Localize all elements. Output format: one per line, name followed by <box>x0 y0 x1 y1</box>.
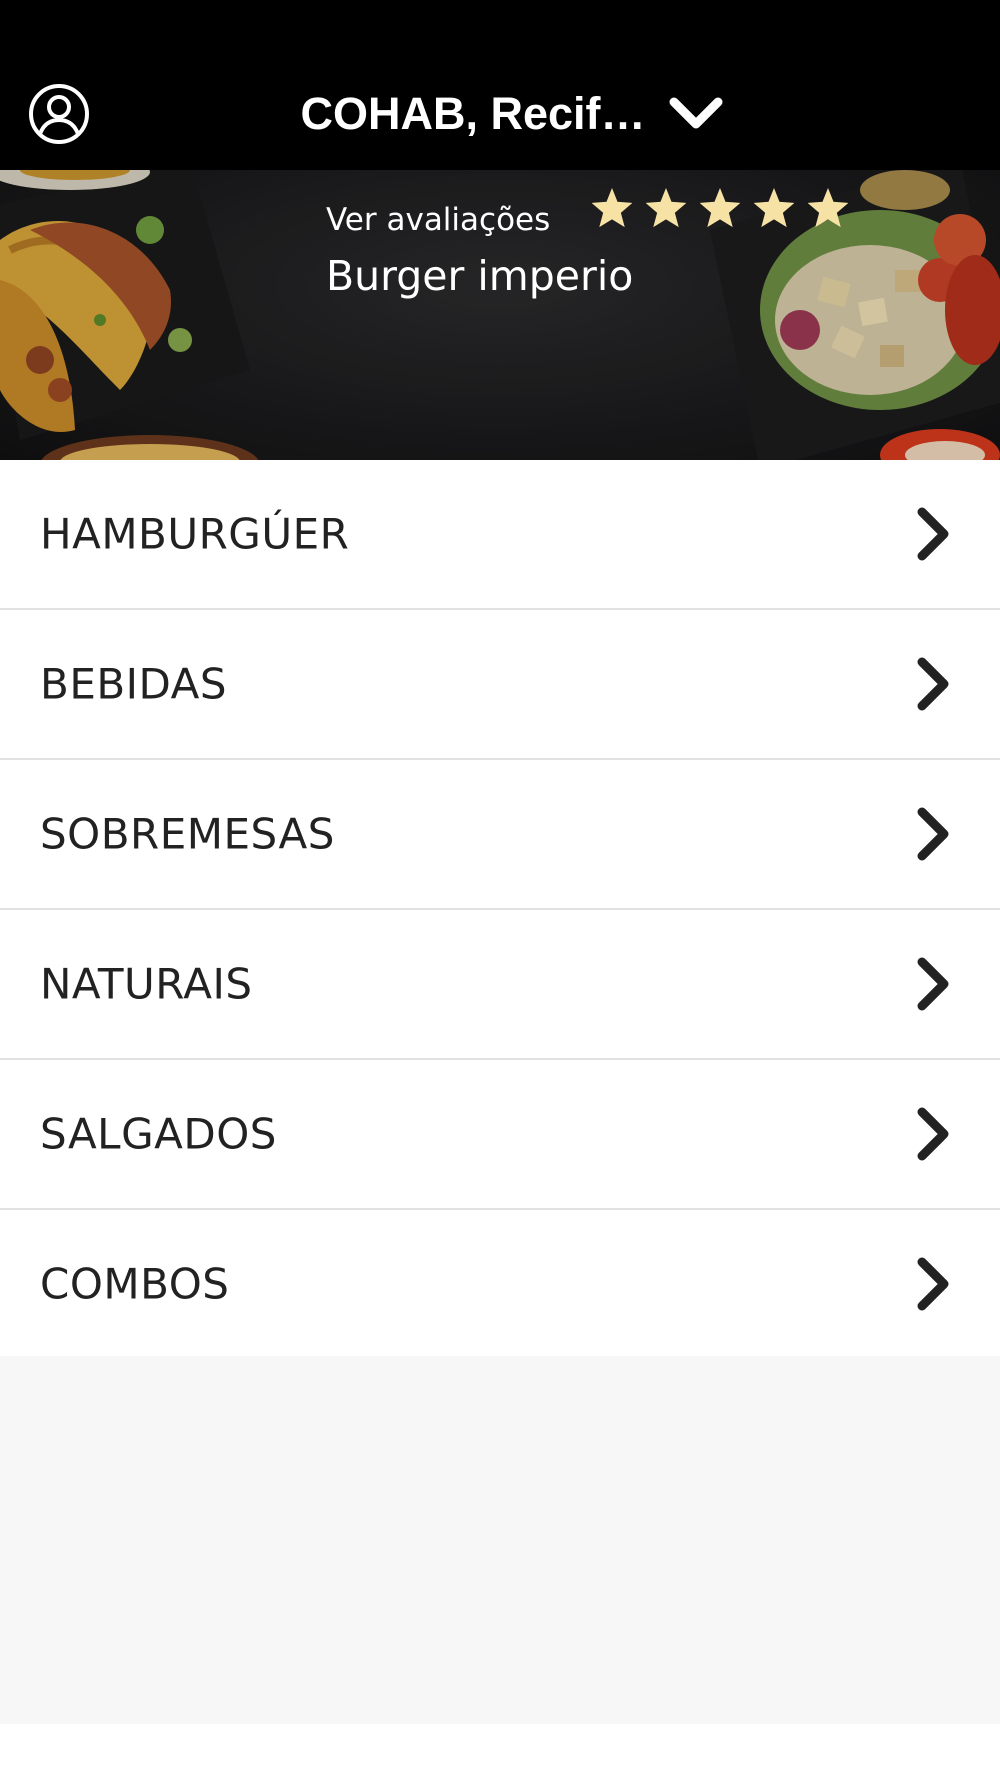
category-item-combos[interactable]: COMBOS <box>0 1210 1000 1360</box>
category-item-sobremesas[interactable]: SOBREMESAS <box>0 760 1000 910</box>
chevron-right-icon <box>917 507 949 561</box>
location-label: COHAB, Recif… <box>300 88 646 139</box>
chevron-right-icon <box>917 1257 949 1311</box>
rating-stars[interactable] <box>592 188 848 232</box>
category-label: SOBREMESAS <box>40 809 335 859</box>
star-icon <box>646 188 686 228</box>
category-label: BEBIDAS <box>40 659 228 709</box>
empty-content-area <box>0 1356 1000 1724</box>
category-list: HAMBURGÚER BEBIDAS SOBREMESAS NATURAIS S… <box>0 460 1000 1360</box>
top-bar: COHAB, Recif… <box>0 0 1000 170</box>
chevron-right-icon <box>917 957 949 1011</box>
location-selector[interactable]: COHAB, Recif… <box>0 84 1000 144</box>
category-label: HAMBURGÚER <box>40 509 350 559</box>
category-label: NATURAIS <box>40 959 253 1009</box>
category-label: COMBOS <box>40 1259 230 1309</box>
store-name: Burger imperio <box>326 252 634 300</box>
category-item-naturais[interactable]: NATURAIS <box>0 910 1000 1060</box>
star-icon <box>592 188 632 228</box>
chevron-right-icon <box>917 1107 949 1161</box>
category-item-salgados[interactable]: SALGADOS <box>0 1060 1000 1210</box>
category-item-hamburguer[interactable]: HAMBURGÚER <box>0 460 1000 610</box>
category-label: SALGADOS <box>40 1109 277 1159</box>
reviews-link[interactable]: Ver avaliações <box>326 202 550 238</box>
chevron-right-icon <box>917 807 949 861</box>
chevron-down-icon <box>669 97 723 129</box>
store-banner: Ver avaliações Burger imperio <box>0 170 1000 460</box>
chevron-right-icon <box>917 657 949 711</box>
star-icon <box>808 188 848 228</box>
star-icon <box>754 188 794 228</box>
category-item-bebidas[interactable]: BEBIDAS <box>0 610 1000 760</box>
star-icon <box>700 188 740 228</box>
